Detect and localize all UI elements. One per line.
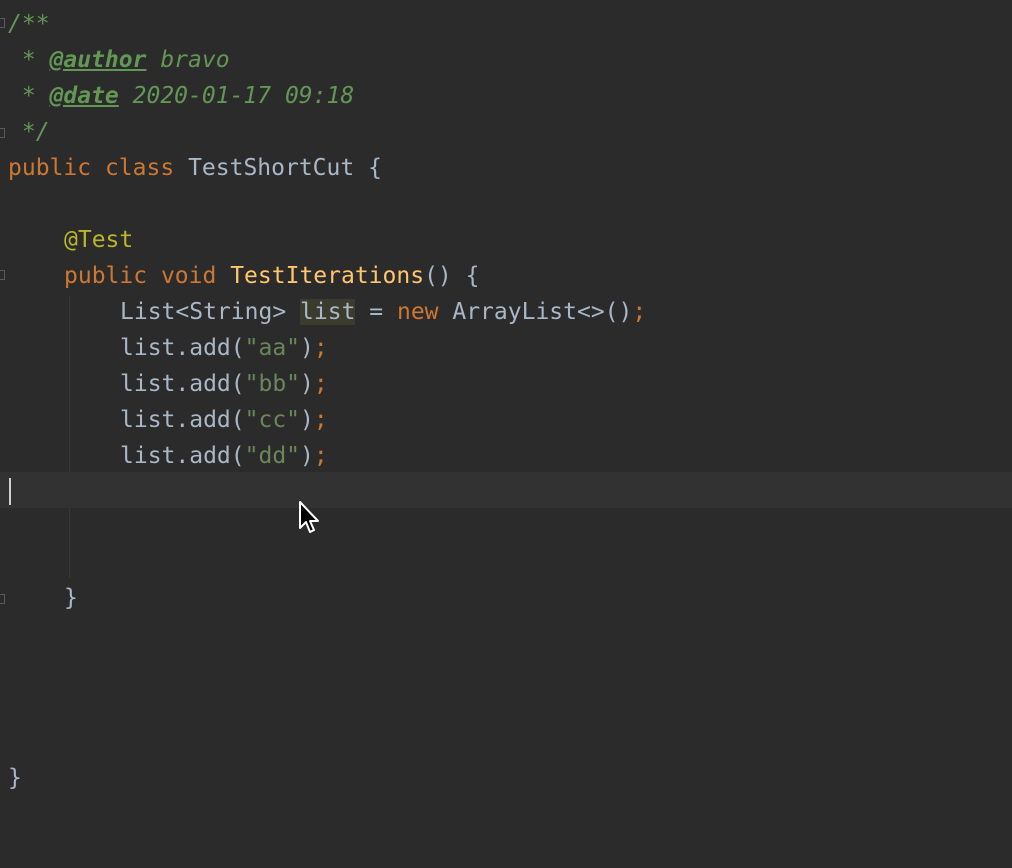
code-line-4[interactable]: */ [0, 114, 1012, 150]
code-line-12[interactable]: list.add("cc"); [0, 402, 1012, 438]
method-close-brace: } [64, 585, 78, 611]
javadoc-star: * [8, 47, 50, 73]
method-name: TestIterations [230, 263, 425, 289]
mouse-pointer-icon [299, 501, 319, 533]
code-line-10[interactable]: list.add("aa"); [0, 330, 1012, 366]
code-line-15[interactable] [0, 508, 1012, 544]
semicolon: ; [313, 371, 328, 397]
class-name: TestShortCut [188, 155, 355, 181]
keyword-void: void [160, 263, 217, 289]
current-line[interactable] [0, 472, 1012, 508]
open-brace: { [368, 155, 382, 181]
code-line-2[interactable]: * @author bravo [0, 42, 1012, 78]
add-call: list.add( [120, 371, 245, 397]
code-line-3[interactable]: * @date 2020-01-17 09:18 [0, 78, 1012, 114]
fold-marker-icon[interactable] [0, 594, 5, 604]
string-literal: "aa" [244, 335, 301, 361]
close-paren: ) [300, 443, 314, 469]
constructor-call: ArrayList<>() [438, 299, 633, 325]
code-line-7[interactable]: @Test [0, 222, 1012, 258]
code-line-16[interactable] [0, 544, 1012, 580]
javadoc-close: */ [8, 119, 50, 145]
code-line-11[interactable]: list.add("bb"); [0, 366, 1012, 402]
fold-marker-icon[interactable] [0, 18, 5, 28]
close-paren: ) [300, 371, 314, 397]
semicolon: ; [313, 407, 328, 433]
code-editor[interactable]: /** * @author bravo * @date 2020-01-17 0… [0, 0, 1012, 800]
code-line-8[interactable]: public void TestIterations() { [0, 258, 1012, 294]
type-list-string: List<String> [120, 299, 287, 325]
string-literal: "dd" [244, 443, 301, 469]
javadoc-star: * [8, 83, 50, 109]
add-call: list.add( [120, 443, 245, 469]
keyword-class: class [104, 155, 175, 181]
javadoc-open: /** [8, 11, 50, 37]
string-literal: "cc" [244, 407, 301, 433]
class-close-brace: } [8, 765, 22, 791]
keyword-public: public [64, 263, 148, 289]
javadoc-author-value: bravo [146, 47, 230, 73]
code-line-9[interactable]: List<String> list = new ArrayList<>(); [0, 294, 1012, 330]
close-paren: ) [300, 335, 314, 361]
keyword-public: public [8, 155, 92, 181]
code-line-1[interactable]: /** [0, 6, 1012, 42]
add-call: list.add( [120, 335, 245, 361]
code-line-17[interactable]: } [0, 580, 1012, 616]
fold-marker-icon[interactable] [0, 128, 5, 138]
keyword-new: new [396, 299, 439, 325]
assign-op: = [355, 299, 397, 325]
code-line-6[interactable] [0, 186, 1012, 222]
add-call: list.add( [120, 407, 245, 433]
code-line-5[interactable]: public class TestShortCut { [0, 150, 1012, 186]
semicolon: ; [632, 299, 647, 325]
code-line-13[interactable]: list.add("dd"); [0, 438, 1012, 474]
semicolon: ; [313, 335, 328, 361]
string-literal: "bb" [244, 371, 301, 397]
javadoc-author-tag: @author [49, 47, 147, 73]
javadoc-date-value: 2020-01-17 09:18 [118, 83, 355, 109]
fold-marker-icon[interactable] [0, 270, 5, 280]
close-paren: ) [300, 407, 314, 433]
annotation-test: @Test [64, 227, 134, 253]
code-line-22[interactable]: } [0, 760, 1012, 796]
javadoc-date-tag: @date [49, 83, 119, 109]
semicolon: ; [313, 443, 328, 469]
method-signature-rest: () { [424, 263, 480, 289]
text-caret [9, 478, 11, 505]
variable-list-highlight: list [300, 299, 356, 325]
